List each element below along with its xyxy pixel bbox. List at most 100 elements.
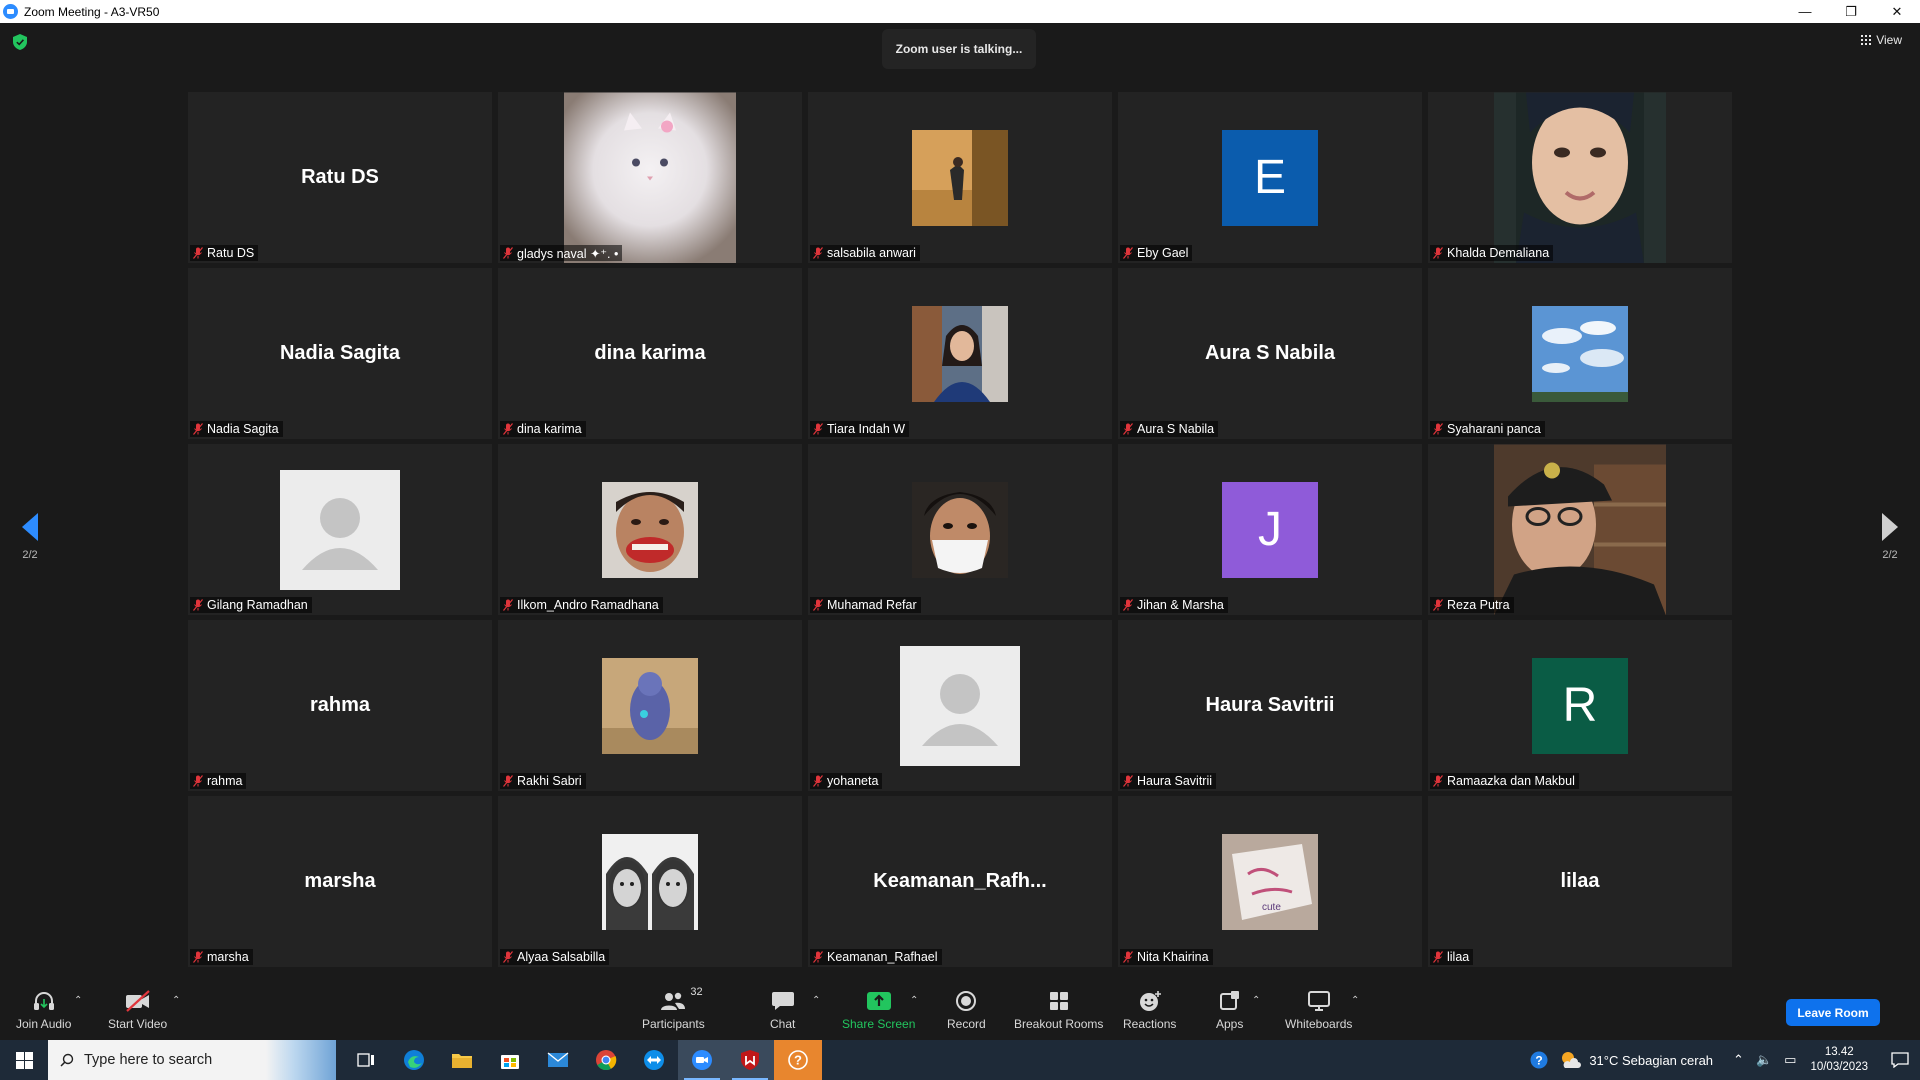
share-options-caret[interactable]: ⌃	[910, 995, 918, 1006]
muted-mic-icon	[193, 599, 203, 611]
show-hidden-icons-chevron-icon[interactable]: ⌃	[1733, 1052, 1744, 1068]
security-shield-icon[interactable]	[13, 34, 27, 50]
next-page-button[interactable]: 2/2	[1870, 513, 1910, 561]
participant-tile[interactable]: rahma rahma	[188, 620, 492, 791]
share-screen-button[interactable]: Share Screen	[842, 989, 915, 1031]
record-button[interactable]: Record	[947, 989, 986, 1031]
chat-options-caret[interactable]: ⌃	[812, 995, 820, 1006]
taskbar-apps: ?	[342, 1040, 822, 1080]
apps-label: Apps	[1216, 1017, 1244, 1031]
participant-tile[interactable]: dina karima dina karima	[498, 268, 802, 439]
share-screen-label: Share Screen	[842, 1017, 916, 1031]
participant-tile[interactable]: Aura S Nabila Aura S Nabila	[1118, 268, 1422, 439]
edge-browser-icon[interactable]	[390, 1040, 438, 1080]
zoom-taskbar-icon[interactable]	[678, 1040, 726, 1080]
participant-tile[interactable]: Haura Savitrii Haura Savitrii	[1118, 620, 1422, 791]
participant-tile[interactable]: Ratu DS Ratu DS	[188, 92, 492, 263]
reactions-button[interactable]: Reactions	[1123, 989, 1176, 1031]
whiteboards-options-caret[interactable]: ⌃	[1351, 995, 1359, 1006]
participant-tile[interactable]: Nadia Sagita Nadia Sagita	[188, 268, 492, 439]
participant-name-label: yohaneta	[810, 773, 883, 789]
participant-tile[interactable]: Ilkom_Andro Ramadhana	[498, 444, 802, 615]
windows-start-button[interactable]	[0, 1040, 48, 1080]
participant-name-label: Jihan & Marsha	[1120, 597, 1228, 613]
participant-name: marsha	[207, 950, 249, 964]
page-indicator-right: 2/2	[1882, 549, 1898, 561]
help-app-icon[interactable]: ?	[774, 1040, 822, 1080]
participant-tile[interactable]: Reza Putra	[1428, 444, 1732, 615]
participant-name: dina karima	[517, 422, 582, 436]
notifications-icon[interactable]	[1880, 1040, 1920, 1080]
chat-button[interactable]: Chat	[770, 989, 795, 1031]
system-tray: ? 31°C Sebagian cerah ⌃ 🔈 ▭ 13.42 10/03/…	[1519, 1040, 1920, 1080]
minimize-button[interactable]: —	[1782, 0, 1828, 23]
participant-tile[interactable]: Keamanan_Rafh... Keamanan_Rafhael	[808, 796, 1112, 967]
participant-tile[interactable]: Muhamad Refar	[808, 444, 1112, 615]
participant-tile[interactable]: R Ramaazka dan Makbul	[1428, 620, 1732, 791]
breakout-rooms-button[interactable]: Breakout Rooms	[1014, 989, 1103, 1031]
participant-tile[interactable]: Tiara Indah W	[808, 268, 1112, 439]
participant-profile-photo	[602, 481, 698, 578]
view-button[interactable]: View	[1861, 33, 1902, 47]
meeting-toolbar: Join Audio ⌃ Start Video ⌃ 32 Participan…	[0, 975, 1920, 1040]
chrome-icon[interactable]	[582, 1040, 630, 1080]
previous-page-button[interactable]: 2/2	[10, 513, 50, 561]
start-video-button[interactable]: Start Video	[108, 989, 167, 1031]
taskbar-search-box[interactable]: Type here to search	[48, 1040, 336, 1080]
participant-tile[interactable]: lilaa lilaa	[1428, 796, 1732, 967]
join-audio-button[interactable]: Join Audio	[16, 989, 71, 1031]
participant-tile[interactable]: Khalda Demaliana	[1428, 92, 1732, 263]
participant-tile[interactable]: Syaharani panca	[1428, 268, 1732, 439]
help-tray-icon[interactable]: ?	[1519, 1040, 1559, 1080]
participant-tile[interactable]: Rakhi Sabri	[498, 620, 802, 791]
participant-name-label: gladys naval ✦⁺. •	[500, 245, 623, 261]
participant-tile[interactable]: E Eby Gael	[1118, 92, 1422, 263]
search-placeholder: Type here to search	[84, 1052, 213, 1068]
participant-name: Ilkom_Andro Ramadhana	[517, 598, 659, 612]
close-button[interactable]: ✕	[1874, 0, 1920, 23]
microsoft-store-icon[interactable]	[486, 1040, 534, 1080]
apps-button[interactable]: Apps	[1216, 989, 1243, 1031]
participant-tile[interactable]: gladys naval ✦⁺. •	[498, 92, 802, 263]
participant-tile[interactable]: salsabila anwari	[808, 92, 1112, 263]
participant-name-label: Rakhi Sabri	[500, 773, 586, 789]
task-view-icon[interactable]	[342, 1040, 390, 1080]
speaker-icon[interactable]: 🔈	[1756, 1052, 1772, 1068]
participant-tile[interactable]: Alyaa Salsabilla	[498, 796, 802, 967]
participant-tile[interactable]: yohaneta	[808, 620, 1112, 791]
restore-button[interactable]: ❐	[1828, 0, 1874, 23]
participants-button[interactable]: 32 Participants	[642, 986, 705, 1031]
file-explorer-icon[interactable]	[438, 1040, 486, 1080]
taskbar-clock[interactable]: 13.42 10/03/2023	[1810, 1045, 1868, 1075]
participant-name-label: Syaharani panca	[1430, 421, 1545, 437]
participant-name-label: Gilang Ramadhan	[190, 597, 312, 613]
participant-tile[interactable]: marsha marsha	[188, 796, 492, 967]
participant-tile[interactable]: cute Nita Khairina	[1118, 796, 1422, 967]
video-off-icon	[124, 989, 152, 1013]
participant-tile[interactable]: J Jihan & Marsha	[1118, 444, 1422, 615]
muted-mic-icon	[1123, 951, 1133, 963]
leave-room-button[interactable]: Leave Room	[1786, 999, 1880, 1026]
participant-tile[interactable]: Gilang Ramadhan	[188, 444, 492, 615]
network-icon[interactable]: ▭	[1784, 1052, 1796, 1068]
whiteboards-button[interactable]: Whiteboards	[1285, 989, 1352, 1031]
participant-profile-photo: cute	[1222, 833, 1318, 930]
participant-name-label: Reza Putra	[1430, 597, 1514, 613]
muted-mic-icon	[193, 775, 203, 787]
participant-profile-photo	[912, 129, 1008, 226]
muted-mic-icon	[503, 775, 513, 787]
participant-initial-avatar: J	[1222, 481, 1318, 578]
participant-profile-photo	[564, 92, 736, 263]
teamviewer-icon[interactable]	[630, 1040, 678, 1080]
participant-name: Syaharani panca	[1447, 422, 1541, 436]
participant-display-name: marsha	[304, 870, 376, 892]
mcafee-icon[interactable]	[726, 1040, 774, 1080]
mail-icon[interactable]	[534, 1040, 582, 1080]
audio-options-caret[interactable]: ⌃	[74, 995, 82, 1006]
svg-text:?: ?	[794, 1053, 802, 1068]
participant-display-name: Keamanan_Rafh...	[873, 870, 1047, 892]
participant-name-label: Aura S Nabila	[1120, 421, 1219, 437]
weather-widget[interactable]: 31°C Sebagian cerah	[1559, 1050, 1713, 1070]
apps-options-caret[interactable]: ⌃	[1252, 995, 1260, 1006]
video-options-caret[interactable]: ⌃	[172, 995, 180, 1006]
